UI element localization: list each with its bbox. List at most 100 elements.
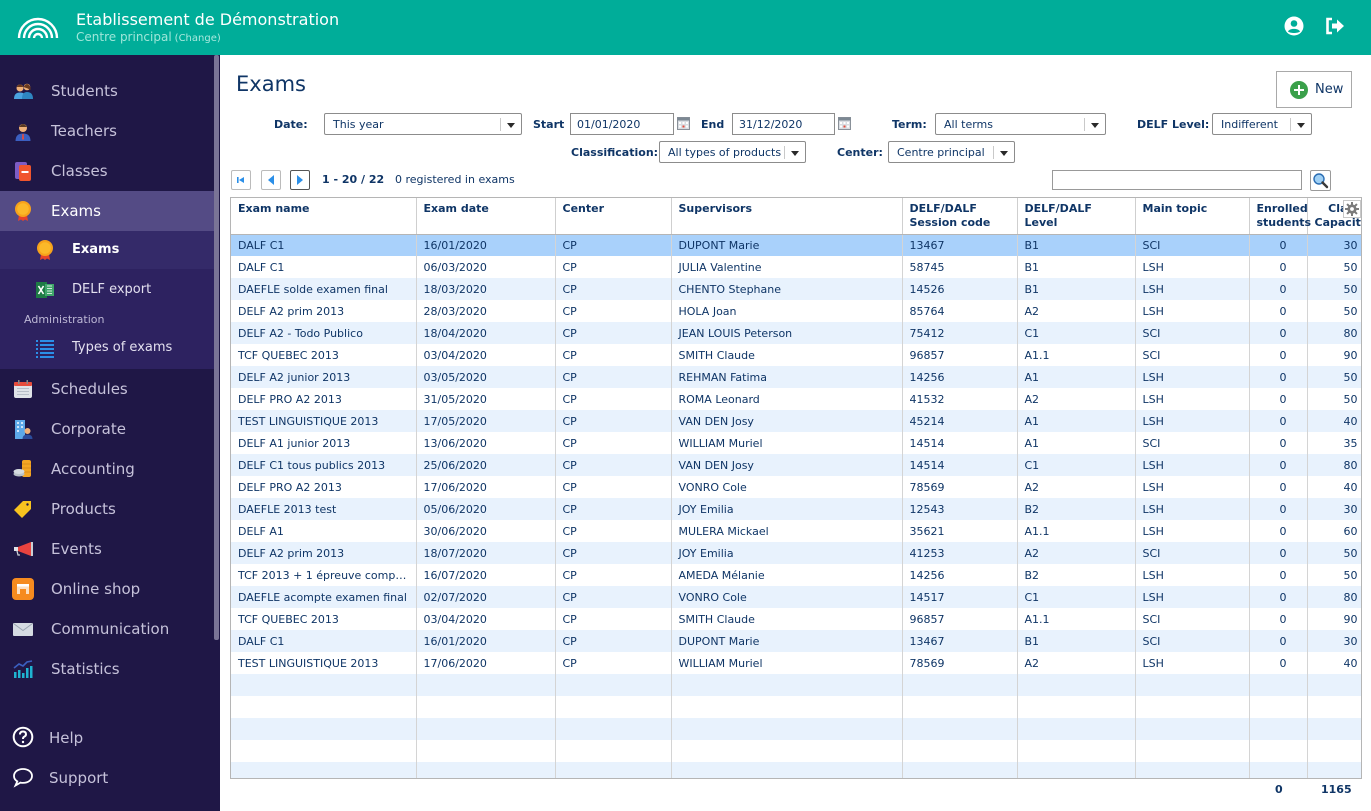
search-button[interactable]	[1310, 170, 1331, 191]
calendar-picker-icon[interactable]	[838, 117, 851, 130]
cell-session-code: 14526	[902, 278, 1018, 300]
center-select[interactable]: Centre principal	[888, 141, 1015, 163]
term-select[interactable]: All terms	[935, 113, 1106, 135]
user-account-icon[interactable]	[1283, 15, 1305, 37]
delf-level-select[interactable]: Indifferent	[1212, 113, 1312, 135]
column-header-supervisors[interactable]: Supervisors	[671, 198, 903, 235]
table-row[interactable]: DELF PRO A2 2013 17/06/2020 CP VONRO Cole 78…	[231, 476, 1361, 498]
classification-select[interactable]: All types of products	[659, 141, 806, 163]
date-period-select[interactable]: This year	[324, 113, 522, 135]
cell-session-code: 75412	[902, 322, 1018, 344]
cell-session-code: 41532	[902, 388, 1018, 410]
table-row[interactable]: DELF A2 junior 2013 03/05/2020 CP REHMAN Fa…	[231, 366, 1361, 388]
table-row[interactable]: DAEFLE solde examen final 18/03/2020 CP CHE…	[231, 278, 1361, 300]
students-icon	[14, 83, 33, 99]
cell-class-capacity	[1307, 718, 1361, 740]
cell-enrolled-students: 0	[1249, 388, 1308, 410]
cell-center: CP	[555, 234, 672, 256]
table-row[interactable]: DAEFLE acompte examen final 02/07/2020 CP V…	[231, 586, 1361, 608]
logout-icon[interactable]	[1324, 15, 1346, 37]
dropdown-arrow-icon	[791, 151, 799, 156]
table-row[interactable]: TCF QUEBEC 2013 03/04/2020 CP SMITH Claude 9…	[231, 608, 1361, 630]
cell-supervisors: VAN DEN Josy	[671, 410, 903, 432]
column-header-exam-name[interactable]: Exam name	[231, 198, 417, 235]
cell-exam-name: DELF C1 tous publics 2013	[231, 454, 417, 476]
cell-exam-name: TCF 2013 + 1 épreuve complé...	[231, 564, 417, 586]
cell-center	[555, 718, 672, 740]
sidebar-item-exams[interactable]: Exams	[0, 191, 214, 231]
table-body: DALF C1 16/01/2020 CP DUPONT Marie 13467 B1 SC…	[231, 234, 1361, 778]
table-row[interactable]: DELF A2 prim 2013 28/03/2020 CP HOLA Joan 85…	[231, 300, 1361, 322]
table-row[interactable]: DAEFLE 2013 test 05/06/2020 CP JOY Emilia 12…	[231, 498, 1361, 520]
table-row[interactable]: TEST LINGUISTIQUE 2013 17/05/2020 CP VAN DE…	[231, 410, 1361, 432]
cell-delf-level: C1	[1017, 454, 1136, 476]
sidebar-item-teachers[interactable]: Teachers	[0, 111, 214, 151]
date-filter-label: Date:	[274, 118, 308, 131]
gear-icon	[1345, 202, 1359, 216]
start-date-input[interactable]	[570, 113, 674, 135]
column-header-enrolled-students[interactable]: Enrolled students	[1249, 198, 1311, 235]
sidebar-help[interactable]: Help	[0, 719, 214, 755]
search-input[interactable]	[1052, 170, 1302, 190]
sidebar-item-corporate[interactable]: Corporate	[0, 409, 214, 449]
cell-exam-name: DELF A2 prim 2013	[231, 542, 417, 564]
table-row[interactable]: DELF A1 junior 2013 13/06/2020 CP WILLIAM M…	[231, 432, 1361, 454]
column-header-exam-date[interactable]: Exam date	[416, 198, 556, 235]
column-header-center[interactable]: Center	[555, 198, 672, 235]
table-row[interactable]: DELF C1 tous publics 2013 25/06/2020 CP VAN…	[231, 454, 1361, 476]
column-header-main-topic[interactable]: Main topic	[1135, 198, 1250, 235]
sidebar-scrollbar[interactable]	[214, 55, 219, 640]
submenu-item-exams[interactable]: Exams	[0, 231, 214, 269]
cell-supervisors	[671, 674, 903, 696]
table-row[interactable]: DELF A2 prim 2013 18/07/2020 CP JOY Emilia 4…	[231, 542, 1361, 564]
cell-supervisors: ROMA Leonard	[671, 388, 903, 410]
cell-exam-name: DELF PRO A2 2013	[231, 476, 417, 498]
cell-class-capacity: 35	[1307, 432, 1361, 454]
cell-supervisors: REHMAN Fatima	[671, 366, 903, 388]
calendar-picker-icon[interactable]	[677, 117, 690, 130]
submenu-item-delf-export[interactable]: DELF export	[0, 271, 214, 309]
table-row[interactable]: TEST LINGUISTIQUE 2013 17/06/2020 CP WILLIA…	[231, 652, 1361, 674]
sidebar-item-statistics[interactable]: Statistics	[0, 649, 214, 689]
table-row[interactable]: DALF C1 16/01/2020 CP DUPONT Marie 13467 B1 SC…	[231, 234, 1361, 256]
column-settings-button[interactable]	[1343, 200, 1361, 218]
cell-center: CP	[555, 498, 672, 520]
new-exam-button[interactable]: New	[1276, 71, 1352, 108]
table-row[interactable]: DELF A1 30/06/2020 CP MULERA Mickael 35621 A1…	[231, 520, 1361, 542]
sidebar-item-accounting[interactable]: Accounting	[0, 449, 214, 489]
sidebar-item-schedules[interactable]: Schedules	[0, 369, 214, 409]
cell-center	[555, 674, 672, 696]
previous-page-button[interactable]	[261, 170, 281, 190]
change-center-link[interactable]: (Change)	[175, 33, 221, 44]
table-row[interactable]: DELF PRO A2 2013 31/05/2020 CP ROMA Leonard…	[231, 388, 1361, 410]
sidebar-item-online-shop[interactable]: Online shop	[0, 569, 214, 609]
submenu-item-types-of-exams[interactable]: Types of exams	[0, 329, 214, 367]
sidebar-item-communication[interactable]: Communication	[0, 609, 214, 649]
table-row[interactable]: TCF QUEBEC 2013 03/04/2020 CP SMITH Claude 9…	[231, 344, 1361, 366]
sidebar-item-products[interactable]: Products	[0, 489, 214, 529]
dropdown-arrow-icon	[1091, 123, 1099, 128]
cell-enrolled-students: 0	[1249, 410, 1308, 432]
cell-session-code: 14514	[902, 454, 1018, 476]
cell-center: CP	[555, 476, 672, 498]
column-header-delf-level[interactable]: DELF/DALF Level	[1017, 198, 1136, 235]
first-page-button[interactable]	[231, 170, 251, 190]
table-row[interactable]: DELF A2 - Todo Publico 18/04/2020 CP JEAN L…	[231, 322, 1361, 344]
column-header-session-code[interactable]: DELF/DALF Session code	[902, 198, 1018, 235]
cell-main-topic	[1135, 740, 1250, 762]
sidebar-item-students[interactable]: Students	[0, 71, 214, 111]
cell-enrolled-students: 0	[1249, 278, 1308, 300]
table-row[interactable]: DALF C1 06/03/2020 CP JULIA Valentine 58745 B…	[231, 256, 1361, 278]
cell-exam-name: DELF A1 junior 2013	[231, 432, 417, 454]
exams-table: Exam name Exam date Center Supervisors D…	[230, 197, 1362, 779]
sidebar-item-classes[interactable]: Classes	[0, 151, 214, 191]
sidebar-support[interactable]: Support	[0, 759, 214, 795]
end-date-input[interactable]	[732, 113, 835, 135]
chart-icon	[13, 660, 33, 678]
table-row[interactable]: TCF 2013 + 1 épreuve complé... 16/07/2020…	[231, 564, 1361, 586]
table-row[interactable]: DALF C1 16/01/2020 CP DUPONT Marie 13467 B1 SC…	[231, 630, 1361, 652]
next-page-button[interactable]	[290, 170, 310, 190]
sidebar-item-events[interactable]: Events	[0, 529, 214, 569]
cell-exam-date	[416, 718, 556, 740]
cell-center: CP	[555, 432, 672, 454]
